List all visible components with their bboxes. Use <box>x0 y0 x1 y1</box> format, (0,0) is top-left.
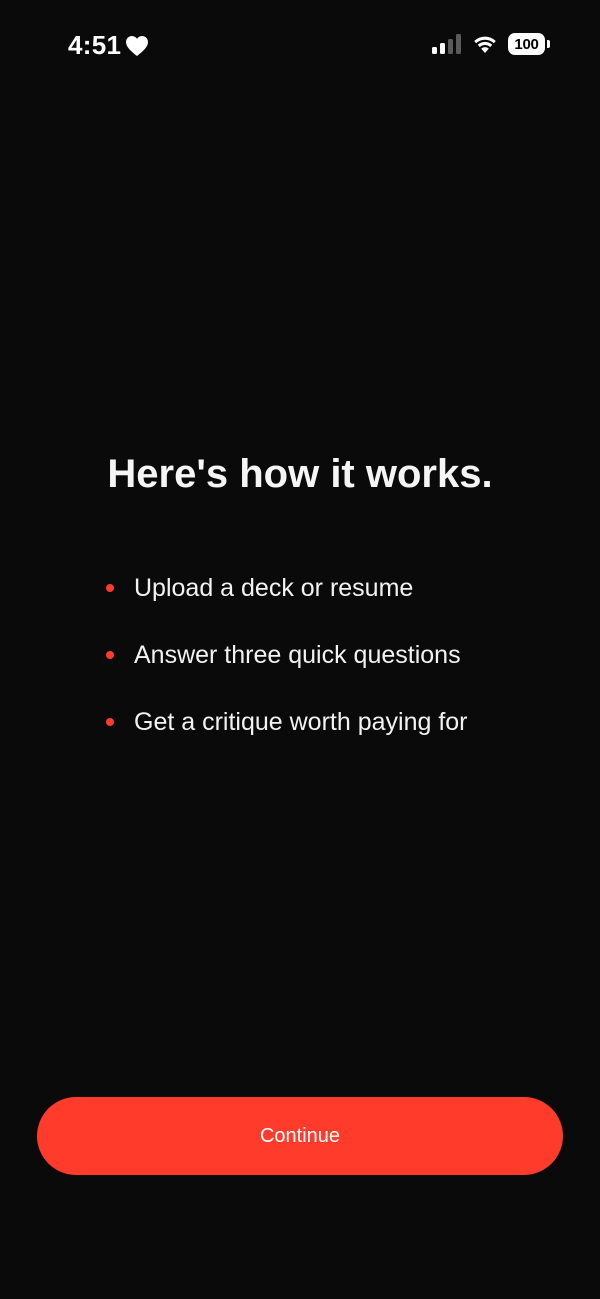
step-text: Upload a deck or resume <box>134 573 414 602</box>
status-indicators: 100 <box>432 33 550 55</box>
page-title: Here's how it works. <box>107 452 493 496</box>
cellular-signal-icon <box>432 34 461 54</box>
status-bar: 4:51 100 <box>0 0 600 90</box>
bullet-dot-icon <box>106 584 114 592</box>
steps-list: Upload a deck or resume Answer three qui… <box>106 568 468 769</box>
list-item: Answer three quick questions <box>106 635 468 675</box>
battery-cap <box>547 40 550 48</box>
clock-text: 4:51 <box>68 30 122 60</box>
continue-button[interactable]: Continue <box>37 1097 563 1175</box>
status-time: 4:51 <box>68 28 149 62</box>
heart-icon <box>125 35 149 57</box>
bullet-dot-icon <box>106 651 114 659</box>
list-item: Get a critique worth paying for <box>106 702 468 742</box>
list-item: Upload a deck or resume <box>106 568 468 608</box>
battery-body: 100 <box>508 33 545 55</box>
battery-icon: 100 <box>508 33 550 55</box>
wifi-icon <box>474 36 496 53</box>
battery-level: 100 <box>514 35 539 53</box>
step-text: Get a critique worth paying for <box>134 707 468 736</box>
step-text: Answer three quick questions <box>134 640 461 669</box>
bullet-dot-icon <box>106 718 114 726</box>
